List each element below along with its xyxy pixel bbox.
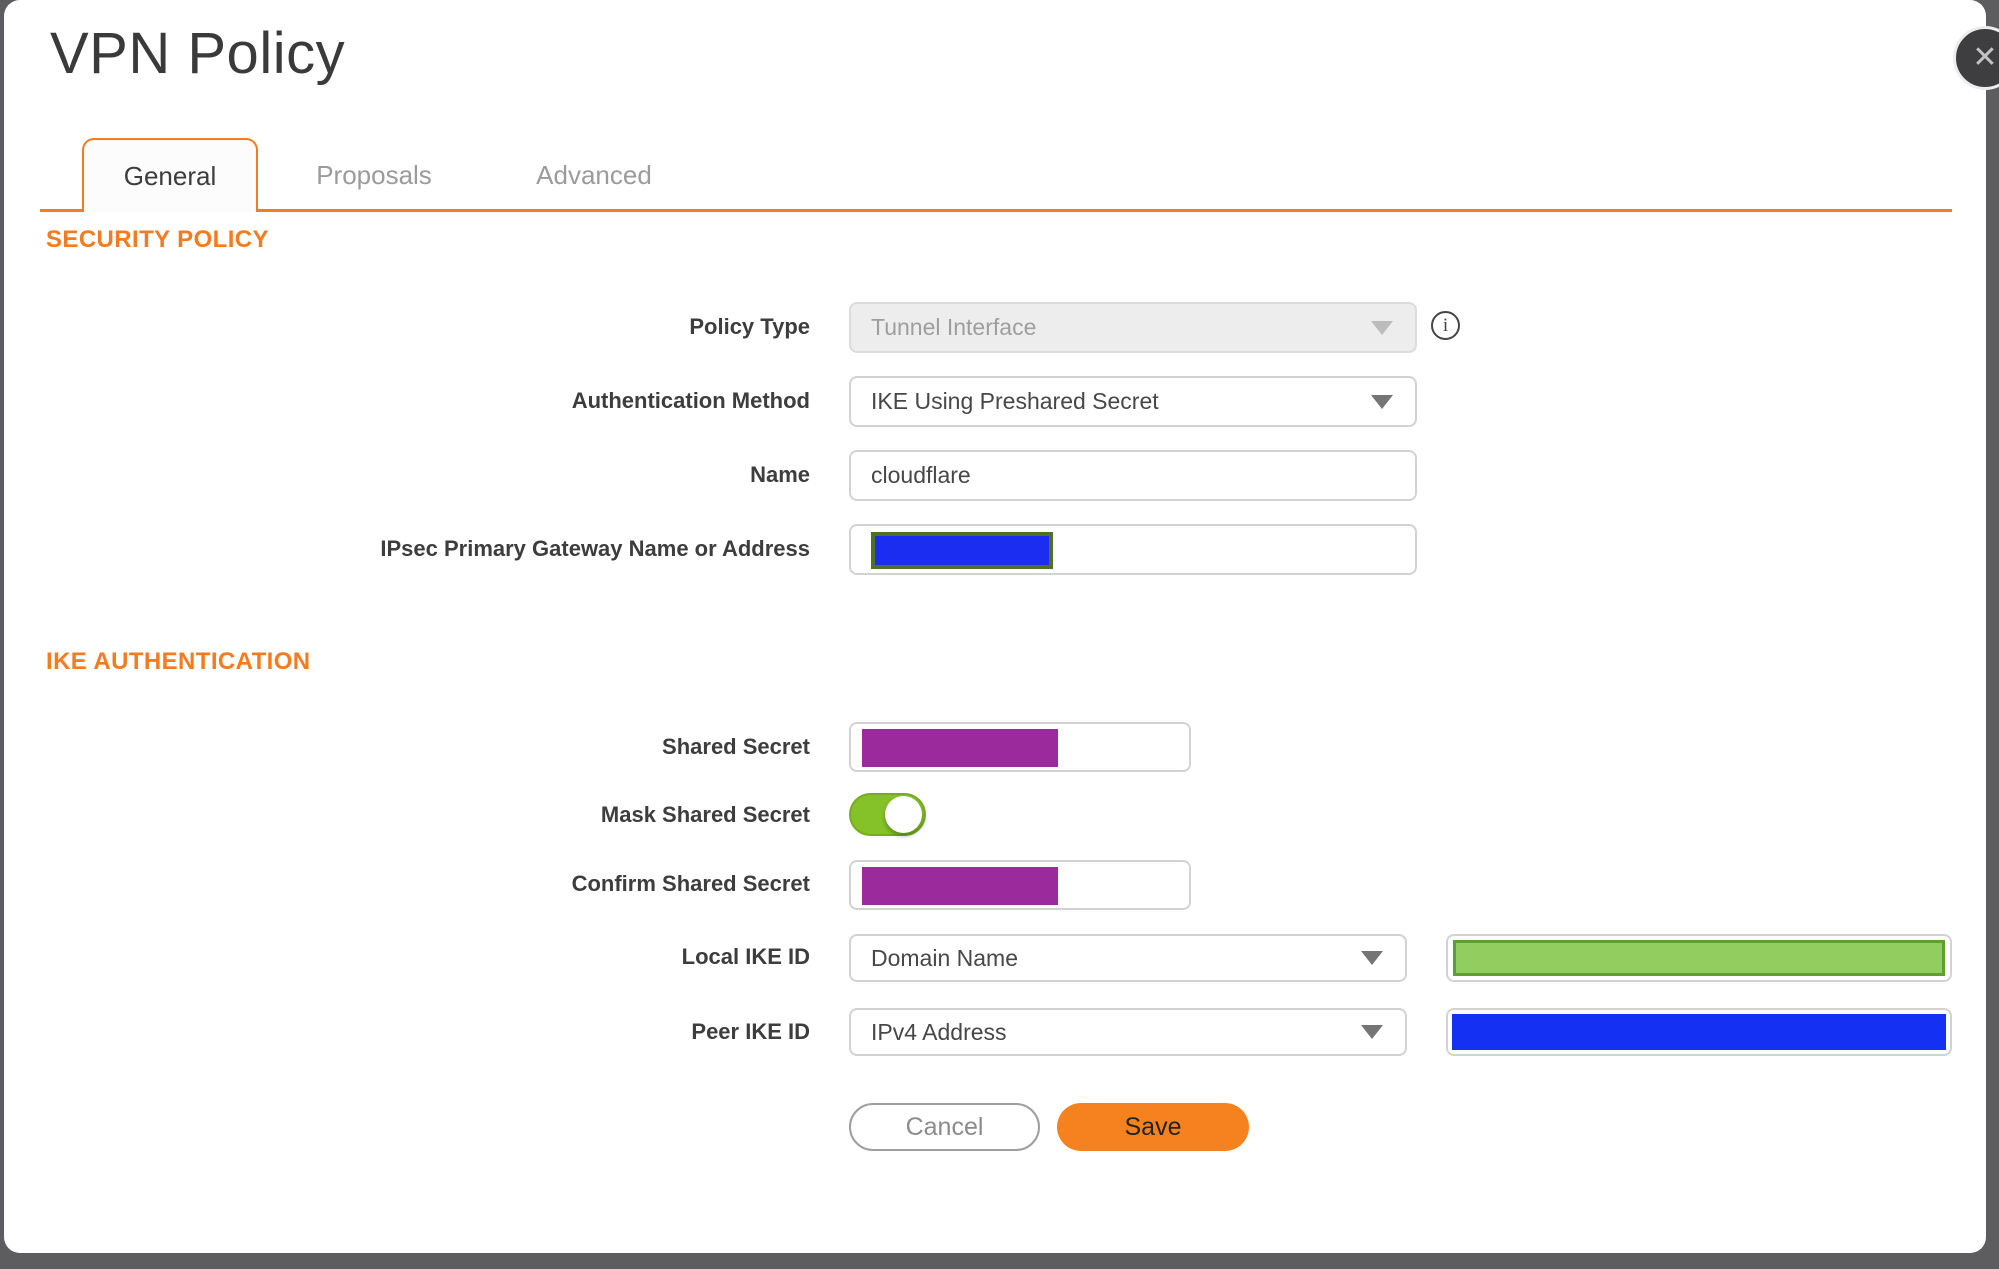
redaction-block: [862, 867, 1058, 905]
local-ike-id-type: Domain Name: [871, 944, 1018, 971]
info-icon-glyph: i: [1442, 314, 1449, 336]
tab-general-label: General: [123, 160, 217, 191]
redaction-block: [1452, 1014, 1946, 1050]
name-label: Name: [750, 462, 810, 487]
redaction-block: [862, 729, 1058, 767]
mask-shared-secret-label: Mask Shared Secret: [600, 802, 810, 827]
screen: VPN Policy General Proposals Advanced SE…: [0, 0, 1999, 1269]
tab-advanced-label: Advanced: [536, 159, 652, 190]
peer-ike-id-value-input[interactable]: [1446, 1008, 1952, 1056]
authentication-method-value: IKE Using Preshared Secret: [871, 388, 1159, 414]
save-button-label: Save: [1124, 1112, 1182, 1141]
authentication-method-label: Authentication Method: [571, 388, 810, 413]
authentication-method-select[interactable]: IKE Using Preshared Secret: [849, 376, 1417, 427]
peer-ike-id-type: IPv4 Address: [871, 1018, 1007, 1045]
section-security-policy: SECURITY POLICY: [46, 226, 269, 253]
shared-secret-input[interactable]: [849, 722, 1191, 772]
tab-general[interactable]: General: [82, 138, 258, 212]
policy-type-value: Tunnel Interface: [871, 314, 1037, 340]
chevron-down-icon: [1371, 320, 1393, 335]
peer-ike-id-select[interactable]: IPv4 Address: [849, 1008, 1407, 1056]
peer-ike-id-label: Peer IKE ID: [691, 1019, 810, 1044]
policy-type-select: Tunnel Interface: [849, 302, 1417, 353]
confirm-shared-secret-input[interactable]: [849, 860, 1191, 910]
local-ike-id-value-input[interactable]: [1446, 934, 1952, 982]
local-ike-id-label: Local IKE ID: [681, 944, 810, 969]
mask-shared-secret-toggle[interactable]: [849, 793, 926, 836]
save-button[interactable]: Save: [1057, 1103, 1249, 1151]
close-icon: ✕: [1972, 41, 1998, 74]
name-input[interactable]: [849, 450, 1417, 501]
redaction-block: [1453, 940, 1945, 976]
vpn-policy-dialog: VPN Policy General Proposals Advanced SE…: [4, 0, 1986, 1253]
info-icon[interactable]: i: [1431, 311, 1460, 340]
cancel-button-label: Cancel: [905, 1112, 984, 1141]
chevron-down-icon: [1361, 951, 1383, 965]
tab-proposals[interactable]: Proposals: [286, 138, 462, 212]
chevron-down-icon: [1371, 394, 1393, 409]
dialog-title: VPN Policy: [50, 21, 346, 86]
local-ike-id-select[interactable]: Domain Name: [849, 934, 1407, 982]
shared-secret-label: Shared Secret: [662, 734, 810, 759]
tab-proposals-label: Proposals: [316, 159, 432, 190]
toggle-knob: [885, 796, 922, 833]
gateway-label: IPsec Primary Gateway Name or Address: [380, 536, 810, 561]
policy-type-label: Policy Type: [689, 314, 810, 339]
cancel-button[interactable]: Cancel: [849, 1103, 1040, 1151]
tab-advanced[interactable]: Advanced: [506, 138, 682, 212]
gateway-input[interactable]: [849, 524, 1417, 575]
confirm-shared-secret-label: Confirm Shared Secret: [571, 871, 810, 896]
section-ike-authentication: IKE AUTHENTICATION: [46, 648, 311, 675]
redaction-block: [871, 532, 1053, 569]
chevron-down-icon: [1361, 1025, 1383, 1039]
